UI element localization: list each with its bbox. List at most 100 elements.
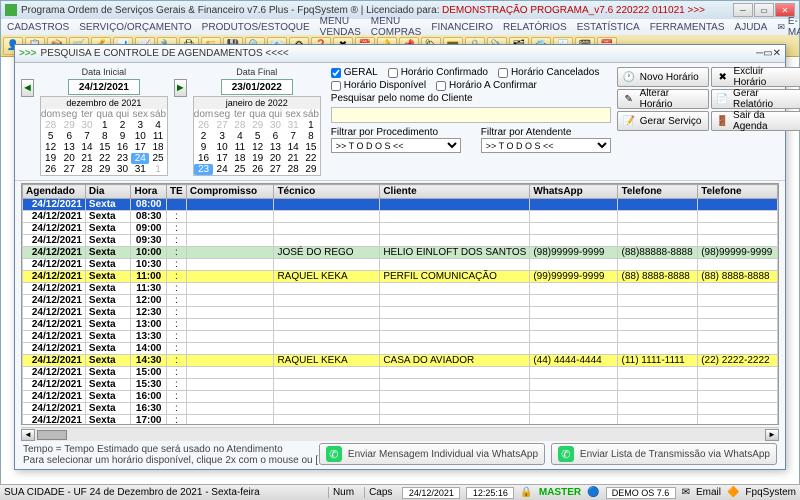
- whatsapp-individual-button[interactable]: ✆Enviar Mensagem Individual via WhatsApp: [319, 443, 545, 465]
- menu-produtos/estoque[interactable]: PRODUTOS/ESTOQUE: [202, 22, 310, 33]
- menu-serviço/orçamento[interactable]: SERVIÇO/ORÇAMENTO: [79, 22, 191, 33]
- menu-financeiro[interactable]: FINANCEIRO: [431, 22, 493, 33]
- service-icon: 📝: [622, 114, 636, 128]
- filter-atend-label: Filtrar por Atendente: [481, 127, 611, 138]
- filter-atend-select[interactable]: >> T O D O S <<: [481, 138, 611, 153]
- minimize-button[interactable]: ─: [733, 3, 753, 17]
- novo-horario-button[interactable]: 🕐Novo Horário: [617, 67, 709, 87]
- schedule-row[interactable]: 24/12/2021Sexta10:00:JOSÉ DO REGOHELIO E…: [23, 247, 778, 259]
- email-button[interactable]: ✉ E-MAIL: [777, 16, 800, 38]
- menu-cadastros[interactable]: CADASTROS: [7, 22, 69, 33]
- date-final-label: Data Final: [236, 67, 277, 77]
- col-agendado[interactable]: Agendado: [23, 185, 86, 199]
- horizontal-scrollbar[interactable]: ◄ ►: [21, 427, 779, 441]
- mail-icon: ✉: [682, 487, 690, 498]
- schedule-row[interactable]: 24/12/2021Sexta09:00:: [23, 223, 778, 235]
- schedule-row[interactable]: 24/12/2021Sexta14:00:: [23, 343, 778, 355]
- maximize-button[interactable]: ▭: [754, 3, 774, 17]
- col-te[interactable]: TE: [166, 185, 186, 199]
- report-icon: 📄: [716, 92, 729, 106]
- col-hora[interactable]: Hora: [131, 185, 166, 199]
- lock-icon: 🔒: [520, 487, 532, 498]
- col-cliente[interactable]: Cliente: [380, 185, 530, 199]
- arrows-icon: >>>: [19, 48, 37, 59]
- close-button[interactable]: ✕: [775, 3, 795, 17]
- status-time: [466, 487, 514, 499]
- calendar-dec: dezembro de 2021 domsegterquaquisexsáb28…: [40, 96, 168, 176]
- app-title: Programa Ordem de Serviços Gerais & Fina…: [21, 5, 439, 16]
- next-date-button[interactable]: ►: [174, 79, 187, 97]
- status-location: SUA CIDADE - UF 24 de Dezembro de 2021 -…: [4, 487, 260, 498]
- chk-confirmado[interactable]: Horário Confirmado: [388, 67, 488, 78]
- schedule-row[interactable]: 24/12/2021Sexta16:30:: [23, 403, 778, 415]
- schedule-row[interactable]: 24/12/2021Sexta12:00:: [23, 295, 778, 307]
- schedule-row[interactable]: 24/12/2021Sexta10:30:: [23, 259, 778, 271]
- schedule-row[interactable]: 24/12/2021Sexta17:00:: [23, 415, 778, 426]
- schedule-row[interactable]: 24/12/2021Sexta13:30:: [23, 331, 778, 343]
- exit-icon: 🚪: [716, 114, 729, 128]
- status-demo: [606, 487, 676, 499]
- col-telefone[interactable]: Telefone: [698, 185, 778, 199]
- menu-ferramentas[interactable]: FERRAMENTAS: [650, 22, 725, 33]
- status-date: [402, 487, 460, 499]
- delete-icon: ✖: [716, 70, 730, 84]
- bullet-icon: 🔵: [587, 487, 599, 498]
- search-client-input[interactable]: [331, 107, 611, 123]
- schedule-row[interactable]: 24/12/2021Sexta08:30:: [23, 211, 778, 223]
- alterar-horario-button[interactable]: ✎Alterar Horário: [617, 89, 709, 109]
- status-num: Num: [328, 487, 358, 498]
- scheduling-modal: >>> PESQUISA E CONTROLE DE AGENDAMENTOS …: [14, 44, 786, 470]
- col-compromisso[interactable]: Compromisso: [186, 185, 274, 199]
- menu-bar[interactable]: CADASTROS SERVIÇO/ORÇAMENTO PRODUTOS/ESTOQ…: [1, 19, 799, 35]
- modal-maximize[interactable]: ▭: [763, 48, 772, 59]
- gerar-relatorio-button[interactable]: 📄Gerar Relatório: [711, 89, 800, 109]
- col-dia[interactable]: Dia: [85, 185, 131, 199]
- schedule-row[interactable]: 24/12/2021Sexta08:00: [23, 199, 778, 211]
- whatsapp-icon: ✆: [558, 446, 574, 462]
- fpq-icon: 🔶: [727, 487, 739, 498]
- col-telefone[interactable]: Telefone: [618, 185, 698, 199]
- menu-relatórios[interactable]: RELATÓRIOS: [503, 22, 567, 33]
- chk-cancelados[interactable]: Horário Cancelados: [498, 67, 599, 78]
- menu-estatística[interactable]: ESTATÍSTICA: [577, 22, 640, 33]
- schedule-row[interactable]: 24/12/2021Sexta14:30:RAQUEL KEKACASA DO …: [23, 355, 778, 367]
- date-initial-label: Data Inicial: [82, 67, 127, 77]
- modal-close[interactable]: ✕: [773, 48, 781, 59]
- gerar-servico-button[interactable]: 📝Gerar Serviço: [617, 111, 709, 131]
- schedule-row[interactable]: 24/12/2021Sexta12:30:: [23, 307, 778, 319]
- modal-title-bar: >>> PESQUISA E CONTROLE DE AGENDAMENTOS …: [15, 45, 785, 63]
- whatsapp-icon: ✆: [326, 446, 342, 462]
- schedule-row[interactable]: 24/12/2021Sexta15:30:: [23, 379, 778, 391]
- action-buttons: 🕐Novo Horário ✖Excluir Horário ✎Alterar …: [617, 67, 800, 176]
- status-caps: Caps: [364, 487, 396, 498]
- schedule-row[interactable]: 24/12/2021Sexta11:00:RAQUEL KEKAPERFIL C…: [23, 271, 778, 283]
- col-técnico[interactable]: Técnico: [274, 185, 380, 199]
- modal-title: PESQUISA E CONTROLE DE AGENDAMENTOS <<<<: [41, 48, 289, 59]
- date-final-input[interactable]: [221, 79, 293, 95]
- whatsapp-lista-button[interactable]: ✆Enviar Lista de Transmissão via WhatsAp…: [551, 443, 777, 465]
- chk-disponivel[interactable]: Horário Disponível: [331, 80, 426, 91]
- menu-menu compras[interactable]: MENU COMPRAS: [371, 16, 422, 38]
- schedule-row[interactable]: 24/12/2021Sexta11:30:: [23, 283, 778, 295]
- schedule-row[interactable]: 24/12/2021Sexta09:30:: [23, 235, 778, 247]
- filter-proc-select[interactable]: >> T O D O S <<: [331, 138, 461, 153]
- schedule-row[interactable]: 24/12/2021Sexta13:00:: [23, 319, 778, 331]
- modal-footer: Tempo = Tempo Estimado que será usado no…: [15, 441, 785, 469]
- chk-geral[interactable]: GERAL: [331, 67, 378, 78]
- schedule-grid[interactable]: AgendadoDiaHoraTECompromissoTécnicoClien…: [21, 183, 779, 425]
- schedule-row[interactable]: 24/12/2021Sexta16:00:: [23, 391, 778, 403]
- status-master: MASTER: [539, 487, 581, 498]
- calendar-jan: janeiro de 2022 domsegterquaquisexsáb262…: [193, 96, 321, 176]
- col-whatsapp[interactable]: WhatsApp: [530, 185, 618, 199]
- prev-date-button[interactable]: ◄: [21, 79, 34, 97]
- edit-icon: ✎: [622, 92, 636, 106]
- excluir-horario-button[interactable]: ✖Excluir Horário: [711, 67, 800, 87]
- date-initial-input[interactable]: [68, 79, 140, 95]
- menu-menu vendas[interactable]: MENU VENDAS: [320, 16, 361, 38]
- modal-minimize[interactable]: ─: [756, 48, 763, 59]
- sair-agenda-button[interactable]: 🚪Sair da Agenda: [711, 111, 800, 131]
- chk-aconfirmar[interactable]: Horário A Confirmar: [436, 80, 537, 91]
- status-bar: SUA CIDADE - UF 24 de Dezembro de 2021 -…: [0, 484, 800, 500]
- schedule-row[interactable]: 24/12/2021Sexta15:00:: [23, 367, 778, 379]
- menu-ajuda[interactable]: AJUDA: [735, 22, 768, 33]
